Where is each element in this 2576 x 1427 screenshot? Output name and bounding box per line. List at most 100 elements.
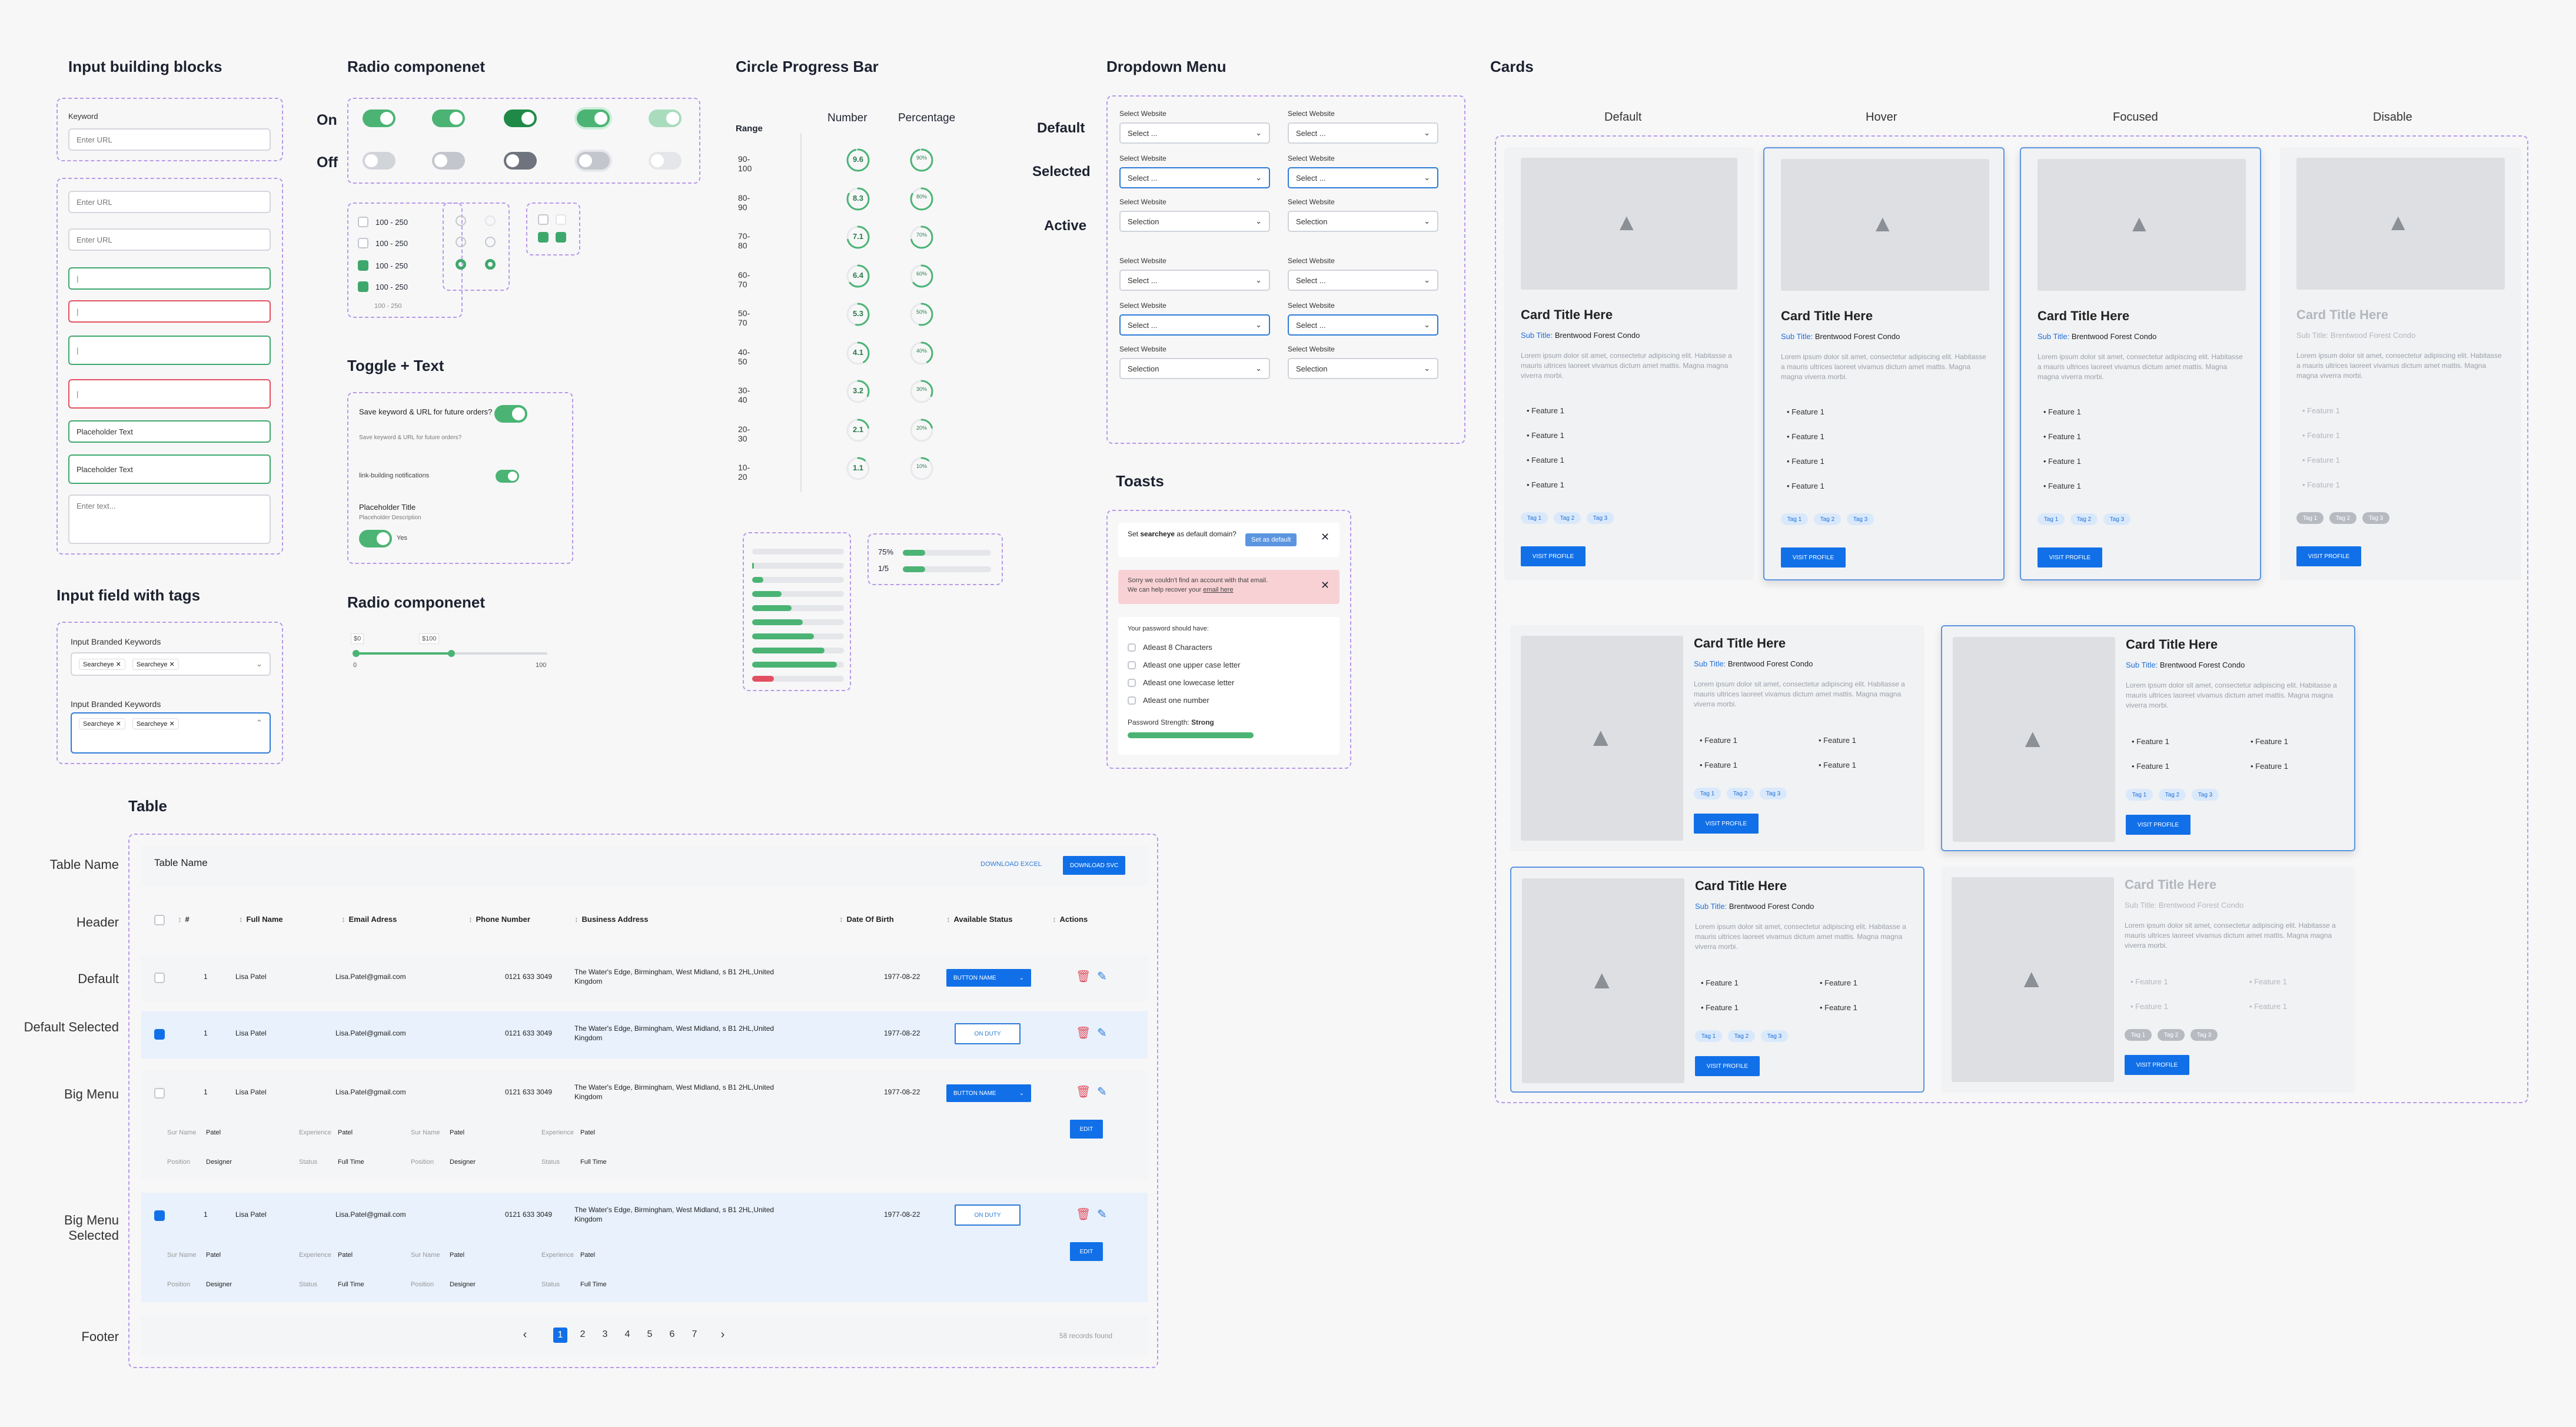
- sort-icon[interactable]: ↕: [341, 915, 345, 924]
- edit-button[interactable]: EDIT: [1070, 1120, 1103, 1139]
- toggle-on[interactable]: [504, 109, 537, 127]
- checkbox[interactable]: [538, 214, 549, 225]
- card[interactable]: ▲ Card Title Here Sub Title: Brentwood For…: [1941, 625, 2355, 851]
- sort-icon[interactable]: ↕: [468, 915, 473, 924]
- page-current[interactable]: 1: [553, 1328, 567, 1343]
- visit-profile-button[interactable]: VISIT PROFILE: [2126, 815, 2191, 835]
- input-success-large[interactable]: |: [68, 336, 271, 365]
- delete-icon[interactable]: 🗑: [1076, 969, 1091, 984]
- email-recover-link[interactable]: email here: [1203, 586, 1233, 593]
- table-row[interactable]: 1 Lisa Patel Lisa.Patel@gmail.com 0121 633 …: [141, 955, 1148, 1002]
- status-dropdown-button[interactable]: BUTTON NAME ⌄: [946, 969, 1031, 987]
- dropdown-select[interactable]: Select ... ⌄: [1288, 167, 1438, 188]
- url-input-hover[interactable]: Enter URL: [68, 228, 271, 251]
- delete-icon[interactable]: 🗑: [1076, 1026, 1091, 1040]
- tags-input-collapsed[interactable]: Searcheye ✕ Searcheye ✕ ⌄: [71, 652, 271, 676]
- placeholder-input-large[interactable]: Placeholder Text: [68, 454, 271, 484]
- visit-profile-button[interactable]: VISIT PROFILE: [1695, 1056, 1760, 1076]
- page-link[interactable]: 5: [643, 1329, 657, 1340]
- toggle-yes[interactable]: [359, 530, 392, 547]
- column-header[interactable]: ↕ Business Address: [574, 915, 648, 924]
- sort-icon[interactable]: ↕: [946, 915, 950, 924]
- edit-button[interactable]: EDIT: [1070, 1242, 1103, 1261]
- delete-icon[interactable]: 🗑: [1076, 1084, 1091, 1099]
- visit-profile-button[interactable]: VISIT PROFILE: [1694, 814, 1759, 834]
- toggle-off[interactable]: [577, 152, 610, 170]
- toggle-on[interactable]: [363, 109, 395, 127]
- chevron-down-icon[interactable]: ⌄: [256, 659, 262, 669]
- toggle-on[interactable]: [432, 109, 465, 127]
- input-error-large[interactable]: |: [68, 379, 271, 409]
- slider-handle-end[interactable]: [448, 650, 455, 657]
- dropdown-select[interactable]: Selection ⌄: [1288, 358, 1438, 379]
- toggle-off[interactable]: [363, 152, 395, 170]
- tags-input-expanded[interactable]: Searcheye ✕ Searcheye ✕ ⌃: [71, 712, 271, 754]
- chevron-left-icon[interactable]: ‹: [518, 1328, 532, 1342]
- url-input[interactable]: Enter URL: [68, 128, 271, 151]
- row-checkbox[interactable]: [154, 973, 165, 983]
- row-checkbox[interactable]: [154, 1088, 165, 1099]
- card[interactable]: ▲ Card Title Here Sub Title: Brentwood For…: [1510, 625, 1924, 851]
- sort-icon[interactable]: ↕: [239, 915, 243, 924]
- column-header[interactable]: ↕ Full Name: [239, 915, 283, 924]
- delete-icon[interactable]: 🗑: [1076, 1207, 1091, 1222]
- slider-handle-start[interactable]: [353, 650, 360, 657]
- dropdown-select[interactable]: Selection ⌄: [1119, 358, 1270, 379]
- on-duty-button[interactable]: ON DUTY: [955, 1204, 1021, 1226]
- select-all-checkbox[interactable]: [154, 915, 165, 925]
- status-dropdown-button[interactable]: BUTTON NAME ⌄: [946, 1084, 1031, 1102]
- sort-icon[interactable]: ↕: [839, 915, 843, 924]
- edit-icon[interactable]: ✎: [1097, 1084, 1107, 1099]
- textarea[interactable]: Enter text...: [68, 495, 271, 544]
- dropdown-select[interactable]: Select ... ⌄: [1119, 122, 1270, 144]
- table-row[interactable]: 1 Lisa Patel Lisa.Patel@gmail.com 0121 633 …: [141, 1193, 1148, 1302]
- toggle-on[interactable]: [577, 109, 610, 127]
- page-link[interactable]: 3: [598, 1329, 612, 1340]
- edit-icon[interactable]: ✎: [1097, 1026, 1107, 1040]
- column-header[interactable]: ↕ Phone Number: [468, 915, 530, 924]
- close-icon[interactable]: ✕: [1321, 579, 1329, 592]
- page-link[interactable]: 6: [665, 1329, 679, 1340]
- toggle-save-keyword[interactable]: [494, 405, 527, 423]
- checkbox-checked[interactable]: [358, 260, 368, 271]
- chevron-up-icon[interactable]: ⌃: [256, 718, 262, 728]
- dropdown-select[interactable]: Selection ⌄: [1288, 211, 1438, 232]
- edit-icon[interactable]: ✎: [1097, 1207, 1107, 1222]
- input-error[interactable]: |: [68, 300, 271, 323]
- column-header[interactable]: ↕ #: [178, 915, 190, 924]
- dropdown-select[interactable]: Selection ⌄: [1119, 211, 1270, 232]
- card[interactable]: ▲ Card Title Here Sub Title: Brentwood For…: [1763, 147, 2005, 580]
- radio-button-checked[interactable]: [456, 259, 466, 270]
- close-icon[interactable]: ✕: [1321, 531, 1329, 543]
- column-header[interactable]: ↕ Email Adress: [341, 915, 397, 924]
- page-link[interactable]: 2: [576, 1329, 590, 1340]
- toggle-on[interactable]: [649, 109, 682, 127]
- radio-button[interactable]: [485, 215, 496, 226]
- download-excel-link[interactable]: DOWNLOAD EXCEL: [980, 861, 1042, 868]
- sort-icon[interactable]: ↕: [1052, 915, 1056, 924]
- on-duty-button[interactable]: ON DUTY: [955, 1023, 1021, 1044]
- checkbox-checked[interactable]: [358, 281, 368, 292]
- column-header[interactable]: ↕ Available Status: [946, 915, 1012, 924]
- radio-button[interactable]: [456, 237, 466, 247]
- dropdown-select[interactable]: Select ... ⌄: [1119, 270, 1270, 291]
- edit-icon[interactable]: ✎: [1097, 969, 1107, 984]
- visit-profile-button[interactable]: VISIT PROFILE: [2037, 547, 2102, 568]
- dropdown-select[interactable]: Select ... ⌄: [1119, 314, 1270, 336]
- dropdown-select[interactable]: Select ... ⌄: [1288, 122, 1438, 144]
- dropdown-select[interactable]: Select ... ⌄: [1119, 167, 1270, 188]
- placeholder-input[interactable]: Placeholder Text: [68, 420, 271, 443]
- chevron-right-icon[interactable]: ›: [716, 1328, 730, 1342]
- table-row[interactable]: 1 Lisa Patel Lisa.Patel@gmail.com 0121 633 …: [141, 1070, 1148, 1180]
- toggle-off[interactable]: [432, 152, 465, 170]
- radio-button-checked[interactable]: [485, 259, 496, 270]
- toggle-off[interactable]: [504, 152, 537, 170]
- checkbox[interactable]: [358, 238, 368, 248]
- toggle-notifications[interactable]: [496, 470, 519, 483]
- url-input-empty[interactable]: Enter URL: [68, 191, 271, 213]
- card[interactable]: ▲ Card Title Here Sub Title: Brentwood For…: [2020, 147, 2261, 580]
- set-default-button[interactable]: Set as default: [1245, 533, 1297, 546]
- checkbox[interactable]: [556, 214, 566, 225]
- download-csv-button[interactable]: DOWNLOAD SVC: [1063, 856, 1126, 875]
- toggle-off[interactable]: [649, 152, 682, 170]
